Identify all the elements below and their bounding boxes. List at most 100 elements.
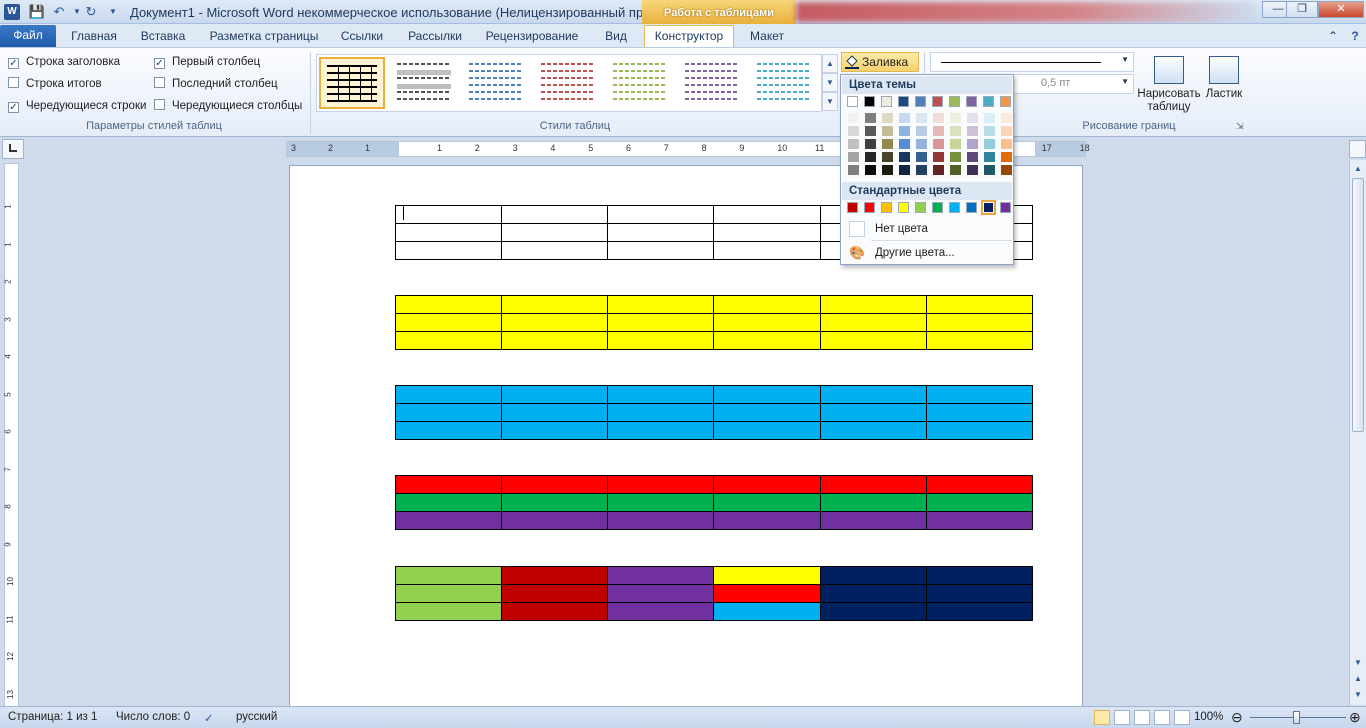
table-styles-gallery[interactable] xyxy=(316,54,822,112)
theme-color-swatch[interactable] xyxy=(949,96,960,107)
table-cell[interactable] xyxy=(394,313,503,332)
table-cell[interactable] xyxy=(713,602,821,621)
theme-shade-swatch[interactable] xyxy=(984,139,995,149)
theme-shade-swatch[interactable] xyxy=(933,126,944,136)
vertical-ruler[interactable]: 11234567891011121314 xyxy=(4,163,19,728)
table-cell[interactable] xyxy=(713,493,821,512)
table-style-3[interactable] xyxy=(535,57,601,109)
checkbox-first-column[interactable]: ✓ xyxy=(154,58,165,69)
proofing-icon[interactable]: ✓ xyxy=(204,711,214,725)
tab-mailings[interactable]: Рассылки xyxy=(400,26,470,47)
table-cell[interactable] xyxy=(713,295,821,314)
table-cell[interactable] xyxy=(819,584,927,603)
standard-color-swatch[interactable] xyxy=(847,202,858,213)
shading-button[interactable]: Заливка ▼ xyxy=(841,52,919,86)
table-cell[interactable] xyxy=(713,223,821,242)
table-cell[interactable] xyxy=(713,421,821,440)
theme-shade-swatch[interactable] xyxy=(950,126,961,136)
tab-page-layout[interactable]: Разметка страницы xyxy=(204,26,324,47)
theme-shade-swatch[interactable] xyxy=(933,113,944,123)
customize-qat-icon[interactable]: ▼ xyxy=(104,3,122,21)
theme-shade-swatch[interactable] xyxy=(950,165,961,175)
table-cell[interactable] xyxy=(501,223,609,242)
gallery-more-icon[interactable]: ▼ xyxy=(822,92,838,111)
option-last-column[interactable]: Последний столбец xyxy=(154,75,278,93)
standard-color-swatch[interactable] xyxy=(1000,202,1011,213)
table-cell[interactable] xyxy=(394,331,503,350)
table-cell[interactable] xyxy=(501,584,609,603)
checkbox-header-row[interactable]: ✓ xyxy=(8,58,19,69)
language[interactable]: русский xyxy=(236,711,277,723)
table-cell[interactable] xyxy=(819,475,927,494)
tab-file[interactable]: Файл xyxy=(0,25,56,47)
theme-color-swatch[interactable] xyxy=(915,96,926,107)
gallery-up-icon[interactable]: ▲ xyxy=(822,54,838,73)
draft-icon[interactable] xyxy=(1174,710,1190,725)
document-table-4[interactable] xyxy=(394,475,1034,530)
table-cell[interactable] xyxy=(925,511,1034,530)
tab-references[interactable]: Ссылки xyxy=(332,26,392,47)
theme-shade-swatch[interactable] xyxy=(1001,152,1012,162)
table-cell[interactable] xyxy=(713,584,821,603)
table-cell[interactable] xyxy=(713,331,821,350)
maximize-button[interactable]: ❐ xyxy=(1286,1,1318,18)
theme-shade-swatch[interactable] xyxy=(882,126,893,136)
tab-design[interactable]: Конструктор xyxy=(644,25,734,47)
document-table-3[interactable] xyxy=(394,385,1034,440)
print-layout-icon[interactable] xyxy=(1094,710,1110,725)
table-cell[interactable] xyxy=(394,403,503,422)
zoom-in-icon[interactable]: ⊕ xyxy=(1349,709,1361,726)
option-banded-columns[interactable]: Чередующиеся столбцы xyxy=(154,97,302,115)
document-table-2[interactable] xyxy=(394,295,1034,350)
table-cell[interactable] xyxy=(713,403,821,422)
table-cell[interactable] xyxy=(819,385,927,404)
theme-shade-swatch[interactable] xyxy=(848,165,859,175)
theme-color-swatch[interactable] xyxy=(881,96,892,107)
table-cell[interactable] xyxy=(394,584,503,603)
table-cell[interactable] xyxy=(925,385,1034,404)
table-cell[interactable] xyxy=(394,205,503,224)
table-cell[interactable] xyxy=(501,421,609,440)
theme-color-swatch[interactable] xyxy=(898,96,909,107)
theme-shade-swatch[interactable] xyxy=(848,139,859,149)
table-cell[interactable] xyxy=(394,241,503,260)
theme-shade-swatch[interactable] xyxy=(865,139,876,149)
table-cell[interactable] xyxy=(925,403,1034,422)
standard-color-swatch[interactable] xyxy=(949,202,960,213)
table-cell[interactable] xyxy=(607,421,715,440)
zoom-out-icon[interactable]: ⊖ xyxy=(1231,709,1243,726)
theme-shade-swatch[interactable] xyxy=(967,165,978,175)
vertical-scrollbar[interactable]: ▲ ▼ ▲ ▼ xyxy=(1349,160,1366,705)
theme-color-swatch[interactable] xyxy=(1000,96,1011,107)
table-cell[interactable] xyxy=(925,475,1034,494)
table-cell[interactable] xyxy=(925,602,1034,621)
theme-shade-swatch[interactable] xyxy=(865,165,876,175)
pen-style-select[interactable]: ▼ xyxy=(930,52,1134,72)
theme-shade-swatch[interactable] xyxy=(916,126,927,136)
table-cell[interactable] xyxy=(394,493,503,512)
table-cell[interactable] xyxy=(607,403,715,422)
theme-color-swatch[interactable] xyxy=(983,96,994,107)
table-cell[interactable] xyxy=(607,385,715,404)
table-style-1[interactable] xyxy=(391,57,457,109)
theme-shade-swatch[interactable] xyxy=(899,113,910,123)
table-cell[interactable] xyxy=(501,566,609,585)
table-style-5[interactable] xyxy=(679,57,745,109)
table-cell[interactable] xyxy=(501,385,609,404)
standard-color-swatch[interactable] xyxy=(932,202,943,213)
table-cell[interactable] xyxy=(819,295,927,314)
more-colors-item[interactable]: 🎨 Другие цвета... xyxy=(845,243,1011,263)
table-cell[interactable] xyxy=(501,313,609,332)
theme-shade-swatch[interactable] xyxy=(967,126,978,136)
theme-shade-swatch[interactable] xyxy=(950,113,961,123)
theme-color-swatch[interactable] xyxy=(932,96,943,107)
redo-icon[interactable]: ↻ xyxy=(82,3,100,21)
theme-shade-swatch[interactable] xyxy=(1001,139,1012,149)
table-cell[interactable] xyxy=(925,313,1034,332)
standard-color-swatch[interactable] xyxy=(881,202,892,213)
theme-shade-swatch[interactable] xyxy=(882,113,893,123)
table-cell[interactable] xyxy=(501,295,609,314)
table-cell[interactable] xyxy=(394,566,503,585)
table-cell[interactable] xyxy=(501,511,609,530)
theme-shade-swatch[interactable] xyxy=(848,113,859,123)
